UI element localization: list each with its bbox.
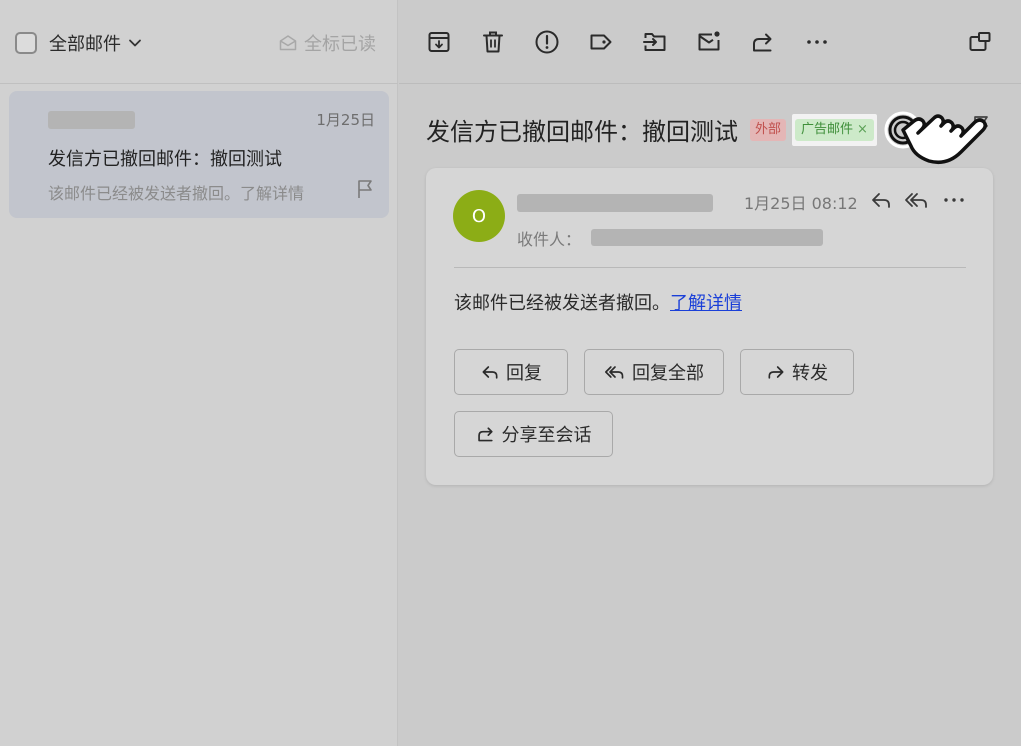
sender-name-redacted — [517, 194, 713, 212]
mail-list-pane: 全部邮件 全标已读 1月25日 发信方已撤回邮件：撤回测试 该邮件已经被发送者撤… — [0, 0, 398, 746]
folder-dropdown[interactable]: 全部邮件 — [49, 30, 143, 56]
reply-label: 回复 — [506, 363, 542, 384]
envelope-dot-icon — [698, 31, 720, 51]
move-to-folder-button[interactable] — [640, 27, 670, 57]
move-folder-icon — [643, 33, 666, 51]
reply-all-icon — [604, 366, 624, 379]
message-body: 该邮件已经被发送者撤回。了解详情 — [454, 289, 742, 315]
reply-all-icon[interactable] — [904, 188, 930, 212]
message-card: O 1月25日 08:12 收件人： 该邮件已经被发送者撤回。了解详情 回复 回… — [426, 168, 993, 485]
divider — [454, 267, 966, 268]
share-button[interactable] — [748, 27, 778, 57]
recipient-label: 收件人： — [517, 230, 582, 249]
reply-icon — [482, 366, 498, 379]
reply-button[interactable]: 回复 — [454, 349, 568, 395]
ad-tag-highlight: 广告邮件 × — [792, 113, 877, 146]
mark-all-read-button[interactable]: 全标已读 — [278, 30, 376, 56]
message-title: 发信方已撤回邮件：撤回测试 — [426, 118, 738, 146]
share-to-chat-label: 分享至会话 — [501, 425, 592, 446]
flag-icon[interactable] — [354, 178, 376, 200]
chevron-down-icon — [129, 39, 141, 47]
sender-redacted — [48, 111, 135, 129]
forward-label: 转发 — [792, 363, 828, 384]
mail-list-item[interactable]: 1月25日 发信方已撤回邮件：撤回测试 该邮件已经被发送者撤回。了解详情 — [9, 91, 389, 218]
tag-icon — [590, 34, 612, 50]
ad-tag-label: 广告邮件 — [801, 121, 854, 137]
share-to-chat-button[interactable]: 分享至会话 — [454, 411, 613, 457]
mail-preview: 该邮件已经被发送者撤回。了解详情 — [48, 184, 305, 203]
share-icon — [477, 427, 493, 442]
select-all-checkbox[interactable] — [15, 32, 37, 54]
alert-circle-icon — [535, 30, 559, 54]
reply-all-label: 回复全部 — [632, 363, 704, 384]
mark-all-read-label: 全标已读 — [304, 34, 376, 55]
report-spam-button[interactable] — [532, 27, 562, 57]
mail-list-header: 全部邮件 全标已读 — [0, 0, 398, 84]
mail-subject: 发信方已撤回邮件：撤回测试 — [48, 149, 282, 170]
mail-date: 1月25日 — [316, 111, 375, 129]
folder-label: 全部邮件 — [49, 34, 121, 55]
message-toolbar — [399, 0, 1021, 84]
forward-icon — [768, 366, 784, 379]
archive-button[interactable] — [424, 27, 454, 57]
new-window-icon — [969, 32, 991, 51]
learn-more-link[interactable]: 了解详情 — [670, 293, 742, 314]
reply-icon[interactable] — [869, 188, 893, 212]
message-time: 1月25日 08:12 — [744, 194, 858, 213]
trash-icon — [483, 31, 503, 53]
reply-all-button[interactable]: 回复全部 — [584, 349, 724, 395]
delete-button[interactable] — [478, 27, 508, 57]
open-in-new-window-button[interactable] — [965, 27, 995, 57]
external-tag: 外部 — [750, 118, 787, 141]
more-horizontal-icon — [807, 40, 827, 44]
forward-button[interactable]: 转发 — [740, 349, 854, 395]
more-actions-button[interactable] — [802, 27, 832, 57]
sender-avatar[interactable]: O — [453, 190, 505, 242]
ad-tag: 广告邮件 × — [795, 118, 874, 141]
recipient-redacted — [591, 229, 823, 246]
label-button[interactable] — [586, 27, 616, 57]
reading-pane: 发信方已撤回邮件：撤回测试 外部 广告邮件 × O 1月25日 08:12 收件… — [399, 0, 1021, 746]
message-header: 发信方已撤回邮件：撤回测试 外部 广告邮件 × — [426, 112, 877, 147]
recalled-notice: 该邮件已经被发送者撤回。 — [454, 293, 670, 314]
more-horizontal-icon[interactable] — [942, 188, 966, 212]
archive-icon — [428, 32, 450, 52]
envelope-open-icon — [279, 35, 297, 51]
mark-unread-button[interactable] — [694, 27, 724, 57]
ad-tag-remove-button[interactable]: × — [857, 121, 868, 139]
share-icon — [753, 33, 772, 52]
